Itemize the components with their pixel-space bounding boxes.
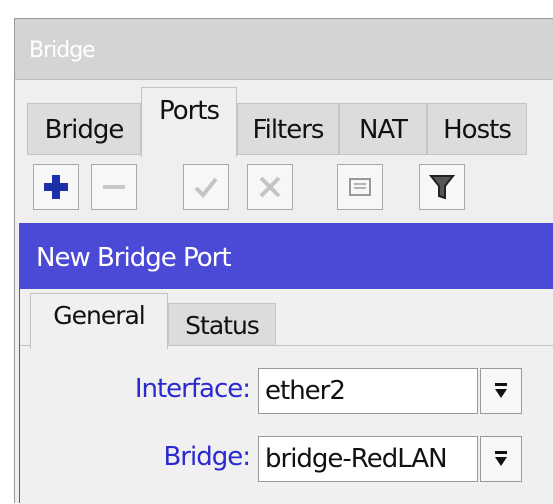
tab-status[interactable]: Status [168, 303, 276, 347]
dropdown-arrow-icon [495, 383, 507, 398]
comment-button[interactable] [337, 164, 383, 210]
enable-button[interactable] [183, 164, 229, 210]
general-pane: Interface: ether2 Bridge: bridge-RedLAN [20, 345, 553, 504]
remove-button[interactable] [91, 164, 137, 210]
interface-dropdown-button[interactable] [480, 368, 522, 414]
dropdown-arrow-icon [495, 451, 507, 466]
check-icon [194, 177, 218, 198]
new-bridge-port-dialog: New Bridge Port General Status Interface… [19, 223, 553, 504]
plus-icon [44, 175, 68, 199]
tab-filters[interactable]: Filters [237, 103, 339, 155]
window-titlebar[interactable]: Bridge [15, 19, 553, 80]
tab-general[interactable]: General [30, 293, 168, 349]
dialog-title[interactable]: New Bridge Port [20, 223, 553, 289]
tab-hosts[interactable]: Hosts [427, 103, 527, 155]
bridge-dropdown-button[interactable] [480, 436, 522, 482]
tab-bridge[interactable]: Bridge [27, 103, 141, 155]
minus-icon [103, 185, 125, 189]
filter-icon [428, 175, 456, 200]
bridge-field[interactable]: bridge-RedLAN [258, 436, 478, 482]
tab-nat[interactable]: NAT [339, 103, 427, 155]
bridge-label: Bridge: [163, 442, 251, 472]
toolbar [15, 157, 553, 219]
tab-ports[interactable]: Ports [141, 87, 237, 157]
disable-button[interactable] [247, 164, 293, 210]
main-tabs: Bridge Ports Filters NAT Hosts [15, 81, 553, 157]
interface-label: Interface: [134, 374, 251, 404]
window-title: Bridge [29, 38, 96, 63]
filter-button[interactable] [419, 164, 465, 210]
add-button[interactable] [33, 164, 79, 210]
note-icon [349, 178, 371, 196]
dialog-tabs: General Status [20, 289, 553, 349]
bridge-window: Bridge Bridge Ports Filters NAT Hosts Ne… [14, 18, 553, 504]
interface-field[interactable]: ether2 [258, 368, 478, 414]
x-icon [259, 176, 281, 198]
